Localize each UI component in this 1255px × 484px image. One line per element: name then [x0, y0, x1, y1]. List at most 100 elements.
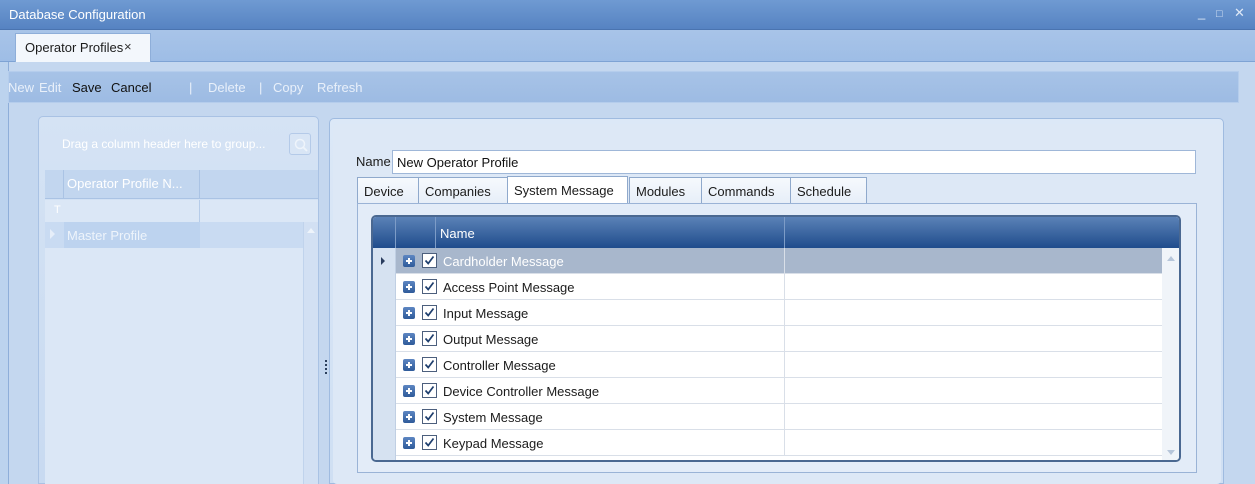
row-header-strip: [373, 248, 396, 460]
column-header-empty: [785, 217, 1179, 248]
tab-companies[interactable]: Companies: [418, 177, 508, 204]
expand-icon[interactable]: [403, 255, 415, 267]
copy-button[interactable]: Copy: [273, 80, 303, 95]
checkbox[interactable]: [422, 305, 437, 320]
message-grid: Name Cardholder Message Access Point Mes…: [371, 215, 1181, 462]
column-divider: [784, 248, 785, 274]
column-divider: [784, 430, 785, 456]
column-divider: [784, 274, 785, 300]
filter-row[interactable]: T: [45, 200, 318, 222]
profile-grid-header: Operator Profile N...: [45, 170, 318, 199]
expand-icon[interactable]: [403, 333, 415, 345]
checkbox[interactable]: [422, 409, 437, 424]
checkmark-icon: [424, 255, 435, 265]
checkbox[interactable]: [422, 331, 437, 346]
splitter-handle[interactable]: [325, 360, 328, 378]
expand-icon[interactable]: [403, 307, 415, 319]
message-grid-scrollbar[interactable]: [1162, 248, 1179, 460]
expand-icon[interactable]: [403, 359, 415, 371]
column-divider: [784, 404, 785, 430]
edit-button[interactable]: Edit: [39, 80, 61, 95]
profile-grid-body: [45, 248, 303, 484]
checkbox[interactable]: [422, 357, 437, 372]
close-tab-icon[interactable]: ×: [124, 39, 132, 54]
minimize-icon[interactable]: _: [1198, 6, 1205, 20]
checkbox[interactable]: [422, 435, 437, 450]
tab-commands[interactable]: Commands: [701, 177, 791, 204]
message-name-cell: Device Controller Message: [443, 384, 600, 399]
scroll-up-icon[interactable]: [307, 228, 315, 233]
message-name-cell: System Message: [443, 410, 543, 425]
column-divider: [784, 326, 785, 352]
tab-device[interactable]: Device: [357, 177, 419, 204]
expand-column-header: [396, 217, 436, 248]
message-grid-header: Name: [373, 217, 1179, 248]
checkmark-icon: [424, 385, 435, 395]
delete-button[interactable]: Delete: [208, 80, 246, 95]
group-by-hint[interactable]: Drag a column header here to group...: [62, 137, 265, 151]
row-indicator-icon: [381, 257, 385, 265]
window-title-bar: Database Configuration _ □ ✕: [0, 0, 1255, 30]
message-name-cell: Output Message: [443, 332, 539, 347]
document-tab-strip: Operator Profiles ×: [0, 30, 1255, 62]
tab-label: Operator Profiles: [25, 40, 124, 55]
table-row[interactable]: Controller Message: [396, 352, 1162, 378]
message-name-cell: Access Point Message: [443, 280, 575, 295]
checkbox[interactable]: [422, 383, 437, 398]
checkmark-icon: [424, 437, 435, 447]
expand-icon[interactable]: [403, 281, 415, 293]
checkmark-icon: [424, 359, 435, 369]
expand-icon[interactable]: [403, 385, 415, 397]
tab-system-message[interactable]: System Message: [507, 176, 628, 205]
column-divider: [784, 300, 785, 326]
scroll-up-icon[interactable]: [1167, 256, 1175, 261]
table-row[interactable]: Device Controller Message: [396, 378, 1162, 404]
filter-icon: T: [54, 204, 61, 216]
expand-icon[interactable]: [403, 437, 415, 449]
maximize-icon[interactable]: □: [1216, 7, 1223, 21]
new-button[interactable]: New: [8, 80, 34, 95]
column-header-name[interactable]: Name: [436, 217, 785, 248]
tab-operator-profiles[interactable]: Operator Profiles ×: [15, 33, 151, 62]
toolbar: New Edit Save Cancel | Delete | Copy Ref…: [8, 71, 1239, 103]
tab-modules[interactable]: Modules: [629, 177, 702, 204]
message-name-cell: Keypad Message: [443, 436, 544, 451]
message-name-cell: Input Message: [443, 306, 529, 321]
message-name-cell: Controller Message: [443, 358, 556, 373]
table-row[interactable]: Input Message: [396, 300, 1162, 326]
checkmark-icon: [424, 411, 435, 421]
name-input[interactable]: [392, 150, 1196, 174]
cancel-button[interactable]: Cancel: [111, 80, 151, 95]
toolbar-separator: |: [259, 80, 263, 95]
table-row[interactable]: Cardholder Message: [396, 248, 1162, 274]
profile-name-cell: Master Profile: [64, 222, 200, 248]
column-divider: [784, 378, 785, 404]
row-header-column: [373, 217, 396, 248]
table-row[interactable]: Master Profile: [45, 222, 318, 248]
checkbox[interactable]: [422, 253, 437, 268]
search-icon: [294, 138, 308, 152]
scroll-down-icon[interactable]: [1167, 450, 1175, 455]
search-button[interactable]: [289, 133, 311, 155]
table-row[interactable]: Keypad Message: [396, 430, 1162, 456]
column-divider: [784, 352, 785, 378]
close-window-icon[interactable]: ✕: [1234, 6, 1245, 20]
profile-list-scrollbar[interactable]: [303, 222, 318, 484]
checkmark-icon: [424, 281, 435, 291]
refresh-button[interactable]: Refresh: [317, 80, 363, 95]
save-button[interactable]: Save: [72, 80, 102, 95]
table-row[interactable]: Output Message: [396, 326, 1162, 352]
checkmark-icon: [424, 333, 435, 343]
column-divider: [199, 200, 200, 222]
checkmark-icon: [424, 307, 435, 317]
tab-schedule[interactable]: Schedule: [790, 177, 867, 204]
checkbox[interactable]: [422, 279, 437, 294]
column-header-operator-profile-name[interactable]: Operator Profile N...: [63, 170, 200, 199]
table-row[interactable]: Access Point Message: [396, 274, 1162, 300]
toolbar-separator: |: [189, 80, 193, 95]
name-label: Name: [356, 154, 391, 169]
message-name-cell: Cardholder Message: [443, 254, 564, 269]
table-row[interactable]: System Message: [396, 404, 1162, 430]
expand-icon[interactable]: [403, 411, 415, 423]
row-indicator-icon: [50, 229, 55, 239]
